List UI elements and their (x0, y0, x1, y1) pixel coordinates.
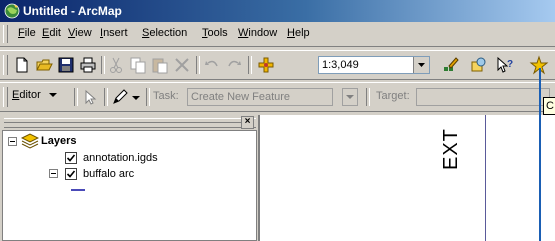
menu-insert[interactable]: Insert (100, 27, 128, 39)
menu-tools[interactable]: Tools (202, 27, 228, 39)
toolbar-separator (196, 56, 200, 74)
open-icon[interactable] (34, 55, 54, 75)
task-value: Create New Feature (191, 91, 291, 103)
delete-icon[interactable] (172, 55, 192, 75)
menu-window[interactable]: Window (238, 27, 277, 39)
title-bar[interactable]: Untitled - ArcMap (0, 0, 555, 22)
task-label: Task: (153, 90, 179, 102)
chevron-down-icon[interactable] (413, 57, 429, 73)
whats-this-icon[interactable]: ? (495, 55, 515, 75)
menu-edit[interactable]: Edit (42, 27, 61, 39)
paste-icon[interactable] (150, 55, 170, 75)
table-of-contents-panel: × Layers annotation.igds buffalo arc (0, 115, 258, 241)
layer-name[interactable]: buffalo arc (83, 168, 134, 180)
map-scale-value: 1:3,049 (322, 59, 359, 71)
toolbar-grip[interactable] (3, 87, 8, 107)
callout-leader-line (539, 68, 541, 241)
toolbar-separator (366, 88, 370, 106)
arcmap-globe-icon (4, 3, 20, 19)
toolbar-separator (146, 88, 150, 106)
menu-bar-grip[interactable] (3, 25, 8, 43)
data-frame-layers[interactable]: Layers (41, 135, 76, 147)
edit-tool-icon[interactable] (80, 87, 100, 107)
editor-menu-button[interactable]: Editor (12, 89, 58, 101)
map-annotation-text: EXT (440, 128, 462, 170)
close-icon[interactable]: × (241, 116, 254, 129)
collapse-icon[interactable] (8, 137, 17, 146)
target-label: Target: (376, 90, 410, 102)
tooltip: C (543, 97, 555, 115)
task-dropdown-button (342, 88, 358, 106)
layer-visibility-checkbox[interactable] (65, 152, 77, 164)
arccatalog-icon[interactable] (468, 55, 488, 75)
line-symbol-swatch[interactable] (71, 189, 85, 191)
svg-text:?: ? (507, 59, 513, 70)
task-combobox: Create New Feature (187, 88, 333, 106)
collapse-icon[interactable] (49, 169, 58, 178)
target-combobox (416, 88, 550, 106)
toolbar-separator (248, 56, 252, 74)
redo-icon[interactable] (224, 55, 244, 75)
menu-selection[interactable]: Selection (142, 27, 187, 39)
standard-toolbar: 1:3,049 ? (0, 50, 555, 80)
arcmap-window: Untitled - ArcMap File Edit View Insert … (0, 0, 555, 241)
editor-toolbar-icon[interactable] (441, 55, 461, 75)
map-scale-combobox[interactable]: 1:3,049 (318, 56, 430, 74)
toolbar-separator (74, 88, 78, 106)
layer-visibility-checkbox[interactable] (65, 168, 77, 180)
toc-title-bar[interactable]: × (4, 116, 256, 129)
layer-name[interactable]: annotation.igds (83, 152, 158, 164)
sketch-tool-icon[interactable] (110, 87, 130, 107)
toc-grip-line (4, 122, 242, 123)
map-display[interactable]: EXT (258, 115, 555, 241)
editor-toolbar: Editor Task: Create New Feature Target: (0, 82, 555, 112)
menu-bar: File Edit View Insert Selection Tools Wi… (0, 22, 555, 47)
tooltip-text: C (546, 100, 554, 112)
chevron-down-icon[interactable] (131, 93, 141, 105)
cut-icon[interactable] (106, 55, 126, 75)
toc-tree: Layers annotation.igds buffalo arc (2, 130, 257, 241)
toolbar-grip[interactable] (3, 55, 8, 75)
window-title: Untitled - ArcMap (23, 4, 122, 18)
print-icon[interactable] (78, 55, 98, 75)
layers-icon (20, 133, 40, 152)
menu-help[interactable]: Help (287, 27, 310, 39)
save-icon[interactable] (56, 55, 76, 75)
add-data-icon[interactable] (256, 55, 276, 75)
menu-file[interactable]: File (18, 27, 36, 39)
toolbar-separator (101, 56, 105, 74)
toolbar-separator (104, 88, 108, 106)
new-icon[interactable] (12, 55, 32, 75)
map-feature-line (485, 115, 486, 241)
copy-icon[interactable] (128, 55, 148, 75)
undo-icon[interactable] (202, 55, 222, 75)
menu-view[interactable]: View (68, 27, 92, 39)
